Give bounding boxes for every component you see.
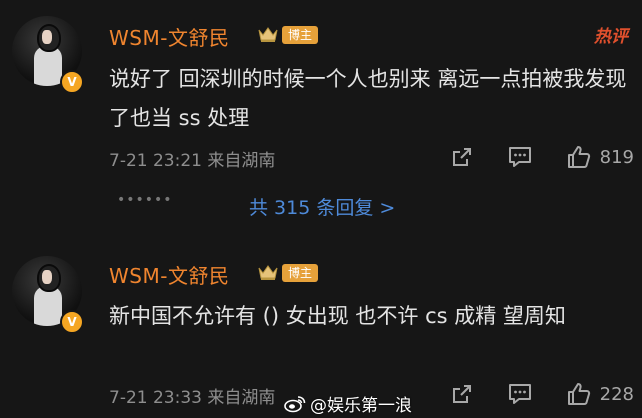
comment-actions: 228 bbox=[450, 380, 634, 408]
comment-text: 说好了 回深圳的时候一个人也别来 离远一点拍被我发现了也当 ss 处理 bbox=[109, 67, 627, 130]
comment-bubble-icon bbox=[508, 384, 531, 404]
timestamp: 7-21 23:33 bbox=[109, 388, 202, 408]
comment-item: V WSM-文舒民 博主 热评 说好了 回深圳的时候一个人也别来 离远一点拍被我… bbox=[0, 0, 642, 245]
thumbs-up-icon bbox=[567, 146, 590, 168]
like-button[interactable]: 819 bbox=[566, 144, 634, 170]
share-icon bbox=[452, 148, 471, 166]
timestamp: 7-21 23:21 bbox=[109, 151, 202, 171]
thumbs-up-icon bbox=[567, 383, 590, 405]
comment-meta: 7-21 23:33 来自湖南 bbox=[109, 383, 275, 408]
username[interactable]: WSM-文舒民 bbox=[109, 260, 229, 289]
comment-actions: 819 bbox=[450, 143, 634, 171]
watermark: @娱乐第一浪 bbox=[284, 391, 412, 416]
author-tag: 博主 bbox=[282, 264, 319, 282]
location: 来自湖南 bbox=[207, 388, 276, 408]
share-button[interactable] bbox=[450, 145, 474, 169]
like-count: 228 bbox=[599, 383, 634, 405]
author-tag: 博主 bbox=[282, 26, 319, 44]
username[interactable]: WSM-文舒民 bbox=[109, 22, 229, 51]
reply-button[interactable] bbox=[507, 145, 533, 169]
replies-count-label: 共 315 条回复 bbox=[249, 197, 374, 219]
like-button[interactable]: 228 bbox=[566, 381, 634, 407]
crown-icon bbox=[258, 265, 278, 280]
like-count: 819 bbox=[599, 146, 634, 168]
hot-comment-tag: 热评 bbox=[594, 27, 628, 47]
verified-v-icon: V bbox=[60, 70, 84, 94]
view-replies-link[interactable]: 共 315 条回复 > bbox=[249, 193, 395, 220]
weibo-logo-icon bbox=[284, 395, 306, 412]
share-icon bbox=[452, 385, 471, 403]
comment-bubble-icon bbox=[508, 147, 531, 167]
comment-meta: 7-21 23:21 来自湖南 bbox=[109, 146, 275, 171]
location: 来自湖南 bbox=[207, 151, 276, 171]
watermark-text: @娱乐第一浪 bbox=[310, 396, 412, 416]
reply-button[interactable] bbox=[507, 382, 533, 406]
comment-thread: V WSM-文舒民 博主 热评 说好了 回深圳的时候一个人也别来 离远一点拍被我… bbox=[0, 0, 642, 418]
verified-v-icon: V bbox=[60, 310, 84, 334]
more-dots: •••••• bbox=[117, 192, 173, 208]
chevron-right-icon: > bbox=[379, 197, 396, 219]
comment-text: 新中国不允许有 () 女出现 也不许 cs 成精 望周知 bbox=[109, 304, 566, 328]
share-button[interactable] bbox=[450, 382, 474, 406]
crown-icon bbox=[258, 27, 278, 42]
